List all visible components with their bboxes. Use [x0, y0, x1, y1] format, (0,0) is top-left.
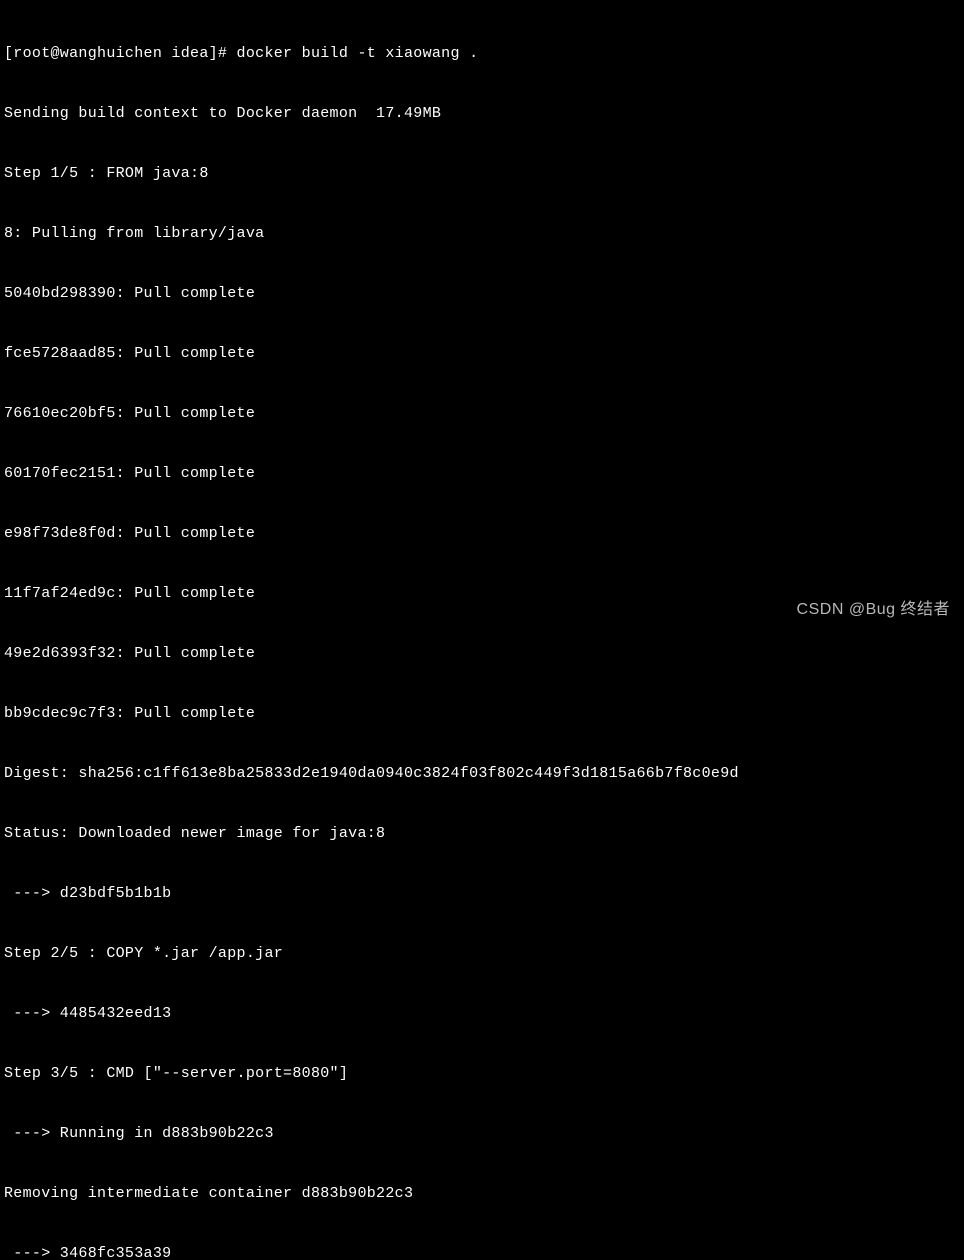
output-line: Status: Downloaded newer image for java:…	[4, 824, 960, 844]
output-line: e98f73de8f0d: Pull complete	[4, 524, 960, 544]
output-line: Sending build context to Docker daemon 1…	[4, 104, 960, 124]
output-line: 5040bd298390: Pull complete	[4, 284, 960, 304]
command-text: docker build -t xiaowang .	[237, 44, 479, 64]
output-line: ---> 3468fc353a39	[4, 1244, 960, 1260]
output-line: 49e2d6393f32: Pull complete	[4, 644, 960, 664]
output-line: Step 3/5 : CMD ["--server.port=8080"]	[4, 1064, 960, 1084]
output-line: Step 2/5 : COPY *.jar /app.jar	[4, 944, 960, 964]
output-line: 8: Pulling from library/java	[4, 224, 960, 244]
output-line: 76610ec20bf5: Pull complete	[4, 404, 960, 424]
output-line: 60170fec2151: Pull complete	[4, 464, 960, 484]
output-line: Digest: sha256:c1ff613e8ba25833d2e1940da…	[4, 764, 960, 784]
watermark-text: CSDN @Bug 终结者	[797, 600, 950, 620]
output-line: ---> 4485432eed13	[4, 1004, 960, 1024]
output-line: ---> Running in d883b90b22c3	[4, 1124, 960, 1144]
output-line: fce5728aad85: Pull complete	[4, 344, 960, 364]
prompt-line: [root@wanghuichen idea]# docker build -t…	[4, 44, 960, 64]
output-line: bb9cdec9c7f3: Pull complete	[4, 704, 960, 724]
prompt-prefix: [root@wanghuichen idea]#	[4, 44, 237, 64]
output-line: ---> d23bdf5b1b1b	[4, 884, 960, 904]
output-line: Step 1/5 : FROM java:8	[4, 164, 960, 184]
terminal-output[interactable]: [root@wanghuichen idea]# docker build -t…	[4, 4, 960, 1260]
output-line: Removing intermediate container d883b90b…	[4, 1184, 960, 1204]
